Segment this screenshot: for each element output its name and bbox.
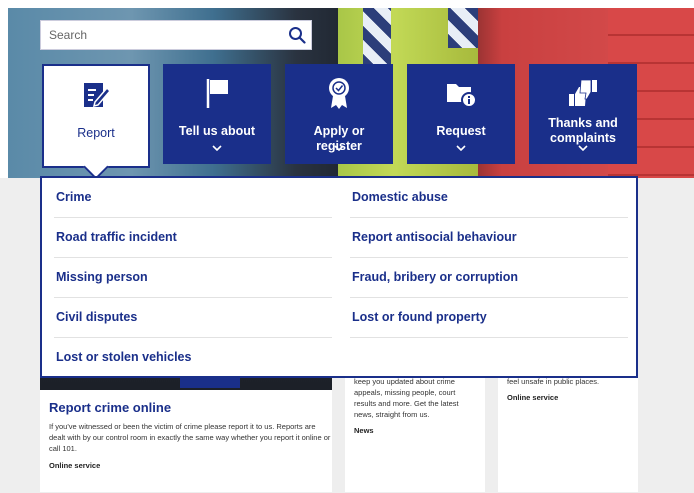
tile-report[interactable]: Report <box>42 64 150 168</box>
dropdown-column-right: Domestic abuse Report antisocial behavio… <box>350 178 628 338</box>
menu-item-crime[interactable]: Crime <box>54 178 332 218</box>
menu-item-civil-disputes[interactable]: Civil disputes <box>54 298 332 338</box>
award-ribbon-icon <box>326 76 352 110</box>
search-bar <box>40 20 312 50</box>
tile-thanks-and-complaints[interactable]: Thanks and complaints <box>529 64 637 164</box>
chevron-down-icon <box>212 138 222 156</box>
card-tag: Online service <box>507 393 559 402</box>
search-icon[interactable] <box>283 21 311 49</box>
folder-info-icon <box>445 76 477 110</box>
search-input[interactable] <box>41 21 283 49</box>
card-tag: News <box>354 426 374 435</box>
tile-label: Report <box>77 126 115 140</box>
card-tag: Online service <box>49 461 101 470</box>
card-description: keep you updated about crime appeals, mi… <box>354 377 459 419</box>
menu-item-road-traffic-incident[interactable]: Road traffic incident <box>54 218 332 258</box>
chevron-down-icon <box>578 138 588 156</box>
flag-icon <box>203 76 231 110</box>
menu-item-missing-person[interactable]: Missing person <box>54 258 332 298</box>
battenburg-pattern <box>448 8 478 48</box>
tile-tell-us-about[interactable]: Tell us about <box>163 64 271 164</box>
tile-apply-or-register[interactable]: Apply or register <box>285 64 393 164</box>
chevron-down-icon <box>334 138 344 156</box>
report-form-icon <box>81 78 111 112</box>
dropdown-column-left: Crime Road traffic incident Missing pers… <box>54 178 332 378</box>
menu-item-fraud-bribery-corruption[interactable]: Fraud, bribery or corruption <box>350 258 628 298</box>
card-title[interactable]: Report crime online <box>49 400 171 415</box>
menu-item-lost-or-stolen-vehicles[interactable]: Lost or stolen vehicles <box>54 338 332 378</box>
report-dropdown-menu: Crime Road traffic incident Missing pers… <box>40 176 638 378</box>
chevron-down-icon <box>456 138 466 156</box>
tile-label: Request <box>436 124 486 138</box>
card-description: If you've witnessed or been the victim o… <box>49 422 331 453</box>
thumbs-up-down-icon <box>566 76 600 110</box>
menu-item-report-antisocial-behaviour[interactable]: Report antisocial behaviour <box>350 218 628 258</box>
battenburg-pattern <box>363 8 391 68</box>
tile-label: Tell us about <box>178 124 256 138</box>
menu-item-lost-or-found-property[interactable]: Lost or found property <box>350 298 628 338</box>
menu-item-domestic-abuse[interactable]: Domestic abuse <box>350 178 628 218</box>
tile-request[interactable]: Request <box>407 64 515 164</box>
